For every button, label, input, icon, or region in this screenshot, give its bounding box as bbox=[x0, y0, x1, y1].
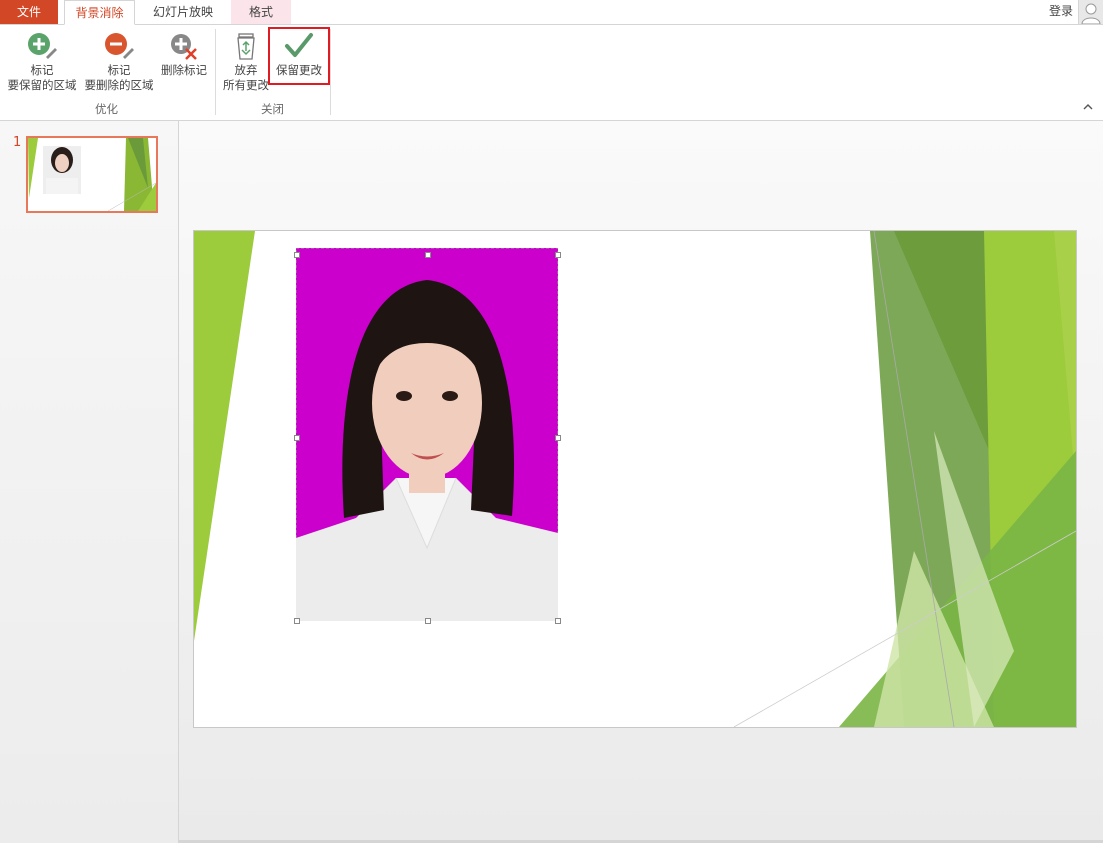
discard-changes-button[interactable]: 放弃 所有更改 bbox=[218, 31, 274, 93]
discard-label-1: 放弃 bbox=[234, 63, 258, 77]
keep-changes-highlight bbox=[268, 27, 330, 85]
tab-background-removal[interactable]: 背景消除 bbox=[64, 0, 135, 25]
login-link[interactable]: 登录 bbox=[1049, 0, 1073, 24]
user-icon bbox=[1081, 3, 1101, 25]
mark-keep-icon bbox=[28, 33, 57, 59]
slide-thumbnail[interactable] bbox=[26, 136, 158, 213]
resize-handle-top[interactable] bbox=[425, 252, 431, 258]
tab-file[interactable]: 文件 bbox=[0, 0, 58, 24]
resize-handle-right[interactable] bbox=[555, 435, 561, 441]
slide-number: 1 bbox=[13, 135, 22, 150]
group-separator-2 bbox=[330, 29, 331, 115]
selected-photo[interactable] bbox=[295, 247, 559, 622]
resize-handle-left[interactable] bbox=[294, 435, 300, 441]
group-separator bbox=[215, 29, 216, 115]
resize-handle-top-left[interactable] bbox=[294, 252, 300, 258]
collapse-ribbon-icon[interactable] bbox=[1083, 103, 1093, 114]
tab-slideshow[interactable]: 幻灯片放映 bbox=[140, 0, 226, 24]
slide-thumbnail-image bbox=[28, 138, 156, 211]
mark-remove-icon bbox=[105, 33, 134, 59]
discard-label-2: 所有更改 bbox=[223, 78, 269, 92]
resize-handle-bottom-right[interactable] bbox=[555, 618, 561, 624]
portrait-photo bbox=[295, 247, 559, 622]
mark-keep-label-1: 标记 bbox=[30, 63, 54, 77]
close-group-label: 关闭 bbox=[261, 102, 284, 116]
avatar[interactable] bbox=[1078, 0, 1103, 25]
resize-handle-bottom-left[interactable] bbox=[294, 618, 300, 624]
resize-handle-top-right[interactable] bbox=[555, 252, 561, 258]
refine-group-label: 优化 bbox=[95, 102, 118, 116]
recycle-bin-icon bbox=[237, 33, 255, 60]
delete-mark-label: 删除标记 bbox=[161, 63, 207, 77]
delete-mark-button[interactable]: 删除标记 bbox=[157, 31, 211, 78]
mark-remove-label-2: 要删除的区域 bbox=[84, 78, 154, 92]
slide-thumbnail-pane: 1 bbox=[0, 121, 179, 843]
mark-remove-label-1: 标记 bbox=[107, 63, 131, 77]
ribbon: 标记 要保留的区域 标记 要删除的区域 删除标记 优化 放弃 所有更改 保留更改… bbox=[0, 25, 1103, 121]
mark-remove-button[interactable]: 标记 要删除的区域 bbox=[81, 31, 157, 93]
ribbon-tab-bar: 文件 背景消除 幻灯片放映 格式 登录 bbox=[0, 0, 1103, 25]
mark-keep-button[interactable]: 标记 要保留的区域 bbox=[4, 31, 80, 93]
tab-format[interactable]: 格式 bbox=[231, 0, 291, 24]
resize-handle-bottom[interactable] bbox=[425, 618, 431, 624]
delete-mark-icon bbox=[171, 34, 197, 60]
mark-keep-label-2: 要保留的区域 bbox=[7, 78, 77, 92]
